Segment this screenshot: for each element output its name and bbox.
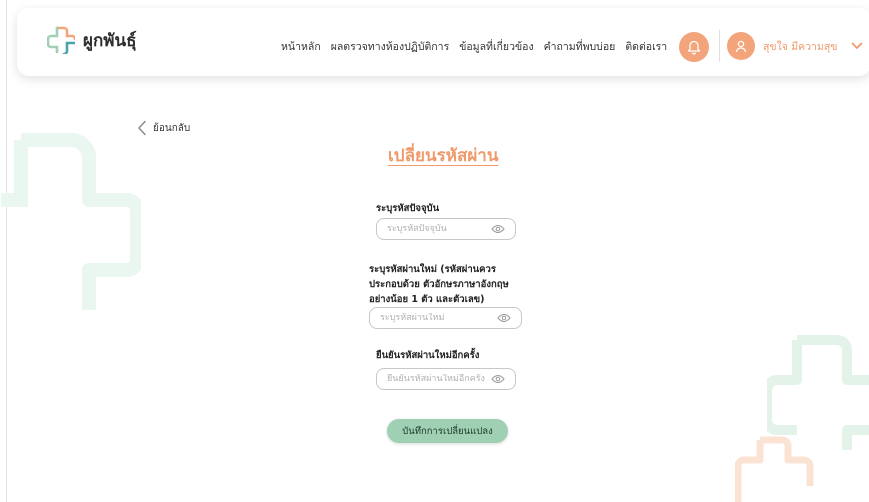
decorative-cross-left: [1, 133, 141, 310]
nav-item-related-info[interactable]: ข้อมูลที่เกี่ยวข้อง: [459, 38, 533, 55]
eye-icon[interactable]: [491, 224, 505, 234]
nav-item-home[interactable]: หน้าหลัก: [281, 38, 321, 55]
eye-icon[interactable]: [491, 374, 505, 384]
notification-button[interactable]: [679, 32, 709, 62]
confirm-password-field[interactable]: [376, 368, 516, 390]
navbar-divider: [719, 30, 720, 62]
save-changes-button[interactable]: บันทึกการเปลี่ยนแปลง: [387, 419, 508, 443]
logo-cross-icon: [47, 26, 75, 54]
nav-item-faq[interactable]: คำถามที่พบบ่อย: [544, 38, 616, 55]
back-label: ย้อนกลับ: [153, 122, 191, 134]
current-password-field[interactable]: [376, 218, 516, 240]
chevron-left-icon: [138, 120, 146, 136]
avatar: [727, 32, 755, 60]
brand-name: ผูกพันธุ์: [83, 30, 137, 51]
current-password-input[interactable]: [387, 224, 491, 234]
confirm-password-input[interactable]: [387, 374, 491, 384]
top-navbar: ผูกพันธุ์ หน้าหลัก ผลตรวจทางห้องปฏิบัติก…: [17, 8, 869, 76]
current-password-label: ระบุรหัสปัจจุบัน: [376, 203, 440, 214]
user-menu[interactable]: สุขใจ มีความสุข: [727, 32, 863, 60]
brand-logo[interactable]: ผูกพันธุ์: [47, 26, 136, 54]
confirm-password-label: ยืนยันรหัสผ่านใหม่อีกครั้ง: [376, 350, 480, 361]
user-icon: [735, 40, 747, 53]
back-link[interactable]: ย้อนกลับ: [137, 120, 190, 136]
new-password-label: ระบุรหัสผ่านใหม่ (รหัสผ่านควร ประกอบด้วย…: [369, 264, 509, 305]
main-menu: หน้าหลัก ผลตรวจทางห้องปฏิบัติการ ข้อมูลท…: [281, 38, 667, 55]
page-title: เปลี่ยนรหัสผ่าน: [388, 146, 499, 166]
new-password-field[interactable]: [369, 307, 522, 329]
user-name: สุขใจ มีความสุข: [763, 40, 838, 53]
chevron-down-icon[interactable]: [851, 42, 863, 50]
page-frame: ผูกพันธุ์ หน้าหลัก ผลตรวจทางห้องปฏิบัติก…: [1, 0, 869, 502]
decorative-cross-orange: [735, 436, 814, 502]
nav-item-contact[interactable]: ติดต่อเรา: [625, 38, 667, 55]
new-password-input[interactable]: [380, 313, 497, 323]
nav-item-lab-results[interactable]: ผลตรวจทางห้องปฏิบัติการ: [331, 38, 449, 55]
bell-icon: [687, 40, 701, 55]
eye-icon[interactable]: [497, 313, 511, 323]
